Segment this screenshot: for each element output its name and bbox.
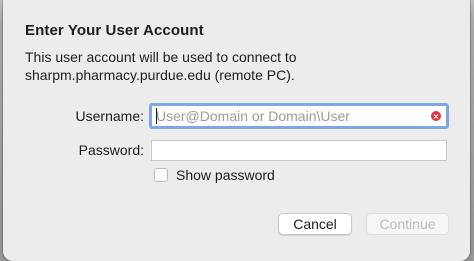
description-line-1: This user account will be used to connec…	[25, 49, 297, 65]
username-label: Username:	[75, 108, 144, 124]
username-input[interactable]	[156, 107, 426, 125]
dialog-description: This user account will be used to connec…	[25, 48, 455, 84]
clear-icon[interactable]	[431, 111, 441, 121]
username-field-container[interactable]	[149, 103, 449, 129]
password-field-container[interactable]	[151, 140, 447, 161]
dialog-title: Enter Your User Account	[25, 22, 204, 39]
show-password-label[interactable]: Show password	[176, 167, 275, 183]
continue-button[interactable]: Continue	[366, 213, 449, 235]
cancel-button[interactable]: Cancel	[278, 213, 352, 235]
user-account-dialog: Enter Your User Account This user accoun…	[3, 0, 470, 261]
show-password-checkbox[interactable]	[154, 168, 168, 182]
password-label: Password:	[78, 142, 144, 158]
description-line-2: sharpm.pharmacy.purdue.edu (remote PC).	[25, 67, 295, 83]
text-cursor	[156, 108, 157, 124]
password-input[interactable]	[156, 142, 426, 160]
